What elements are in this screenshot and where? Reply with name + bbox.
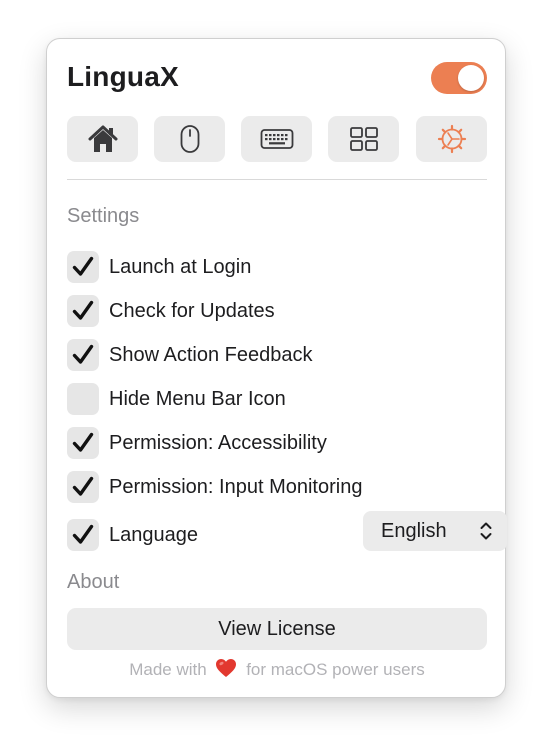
tab-home[interactable] (67, 116, 138, 162)
tab-settings[interactable] (416, 116, 487, 162)
setting-label: Launch at Login (109, 256, 252, 278)
setting-checkbox[interactable] (67, 251, 99, 283)
checkmark-icon (72, 344, 94, 364)
house-icon (87, 124, 119, 154)
view-license-button[interactable]: View License (67, 608, 487, 650)
checkmark-icon (72, 432, 94, 452)
keyboard-icon (260, 128, 294, 150)
settings-row: Language English (67, 511, 507, 551)
checkmark-icon (72, 476, 94, 496)
settings-row: Launch at Login (67, 251, 487, 283)
setting-checkbox[interactable] (67, 383, 99, 415)
checkmark-icon (72, 256, 94, 276)
footer-text-before: Made with (129, 660, 207, 679)
toggle-knob (458, 65, 484, 91)
checkmark-icon (72, 524, 94, 544)
settings-row: Permission: Input Monitoring (67, 471, 487, 503)
language-select-value: English (381, 520, 447, 542)
setting-label: Permission: Accessibility (109, 432, 327, 454)
header-divider (67, 179, 487, 180)
about-heading: About (67, 571, 120, 593)
setting-checkbox[interactable] (67, 339, 99, 371)
settings-row: Check for Updates (67, 295, 487, 327)
checkmark-icon (72, 300, 94, 320)
footer-text-after: for macOS power users (246, 660, 425, 679)
settings-row: Hide Menu Bar Icon (67, 383, 487, 415)
language-select[interactable]: English (363, 511, 507, 551)
grid-icon (349, 126, 379, 152)
chevron-updown-icon (480, 522, 492, 540)
setting-label: Permission: Input Monitoring (109, 476, 363, 498)
setting-label: Hide Menu Bar Icon (109, 388, 286, 410)
setting-checkbox[interactable] (67, 471, 99, 503)
tab-mouse[interactable] (154, 116, 225, 162)
tab-grid[interactable] (328, 116, 399, 162)
setting-checkbox[interactable] (67, 427, 99, 459)
setting-checkbox[interactable] (67, 519, 99, 551)
screen: LinguaX Settings Launch at Login Check f… (0, 0, 552, 752)
footer-tagline: Made with for macOS power users (67, 658, 487, 683)
setting-label: Show Action Feedback (109, 344, 313, 366)
settings-row: Show Action Feedback (67, 339, 487, 371)
heart-icon (215, 658, 237, 683)
linguax-popover: LinguaX Settings Launch at Login Check f… (46, 38, 507, 698)
setting-label: Check for Updates (109, 300, 275, 322)
setting-checkbox[interactable] (67, 295, 99, 327)
app-title: LinguaX (67, 61, 179, 92)
settings-heading: Settings (67, 205, 140, 227)
settings-row: Permission: Accessibility (67, 427, 487, 459)
tab-bar (67, 116, 487, 162)
enable-toggle[interactable] (431, 62, 487, 94)
setting-label: Language (109, 524, 198, 546)
mouse-icon (179, 124, 201, 154)
tab-keyboard[interactable] (241, 116, 312, 162)
gear-icon (437, 124, 467, 154)
